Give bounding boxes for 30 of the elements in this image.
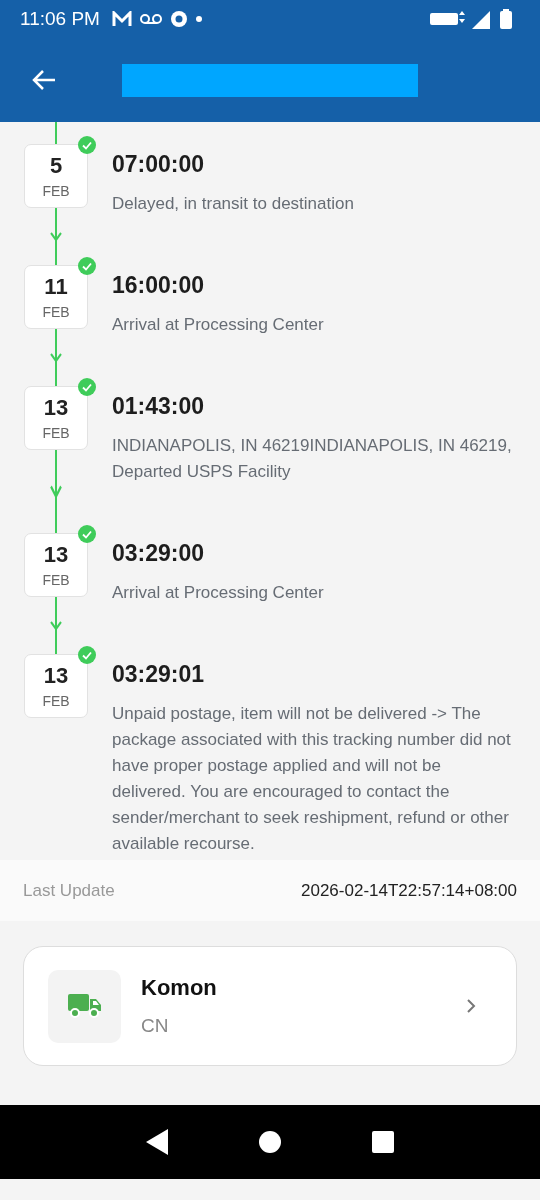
last-update-label: Last Update (23, 880, 115, 901)
carrier-name: Komon (141, 975, 218, 1001)
status-time: 11:06 PM (20, 8, 100, 30)
event-description: Arrival at Processing Center (112, 582, 325, 604)
event-description: Arrival at Processing Center (112, 314, 325, 336)
event-time: 07:00:00 (112, 151, 206, 178)
event-time: 01:43:00 (112, 393, 206, 420)
chevron-right-icon (466, 998, 476, 1014)
carrier-card[interactable]: Komon CN (23, 946, 517, 1066)
home-nav-icon[interactable] (259, 1131, 281, 1153)
truck-icon (67, 994, 102, 1018)
browser-icon (169, 10, 188, 28)
back-nav-icon[interactable] (145, 1129, 168, 1155)
event-time: 03:29:01 (112, 661, 206, 688)
event-time: 16:00:00 (112, 272, 206, 299)
dot-icon (195, 16, 202, 22)
event-time: 03:29:00 (112, 540, 206, 567)
timeline-arrow (50, 208, 62, 265)
event-description: Unpaid postage, item will not be delivered -> The package associated with this tracking number did not have proper postage applied and will not be delivered. You are encouraged to contact the sender/merchant to seek reshipment, refund or other available recourse. (112, 703, 512, 855)
recents-nav-icon[interactable] (372, 1131, 395, 1153)
signal-icon (430, 9, 492, 29)
carrier-country: CN (141, 1015, 170, 1037)
timeline-arrow (50, 329, 62, 386)
voicemail-icon (139, 13, 162, 25)
last-update-value: 2026-02-14T22:57:14+08:00 (301, 880, 517, 901)
timeline-arrow (50, 597, 62, 654)
event-description: Delayed, in transit to destination (112, 193, 355, 215)
event-description: INDIANAPOLIS, IN 46219INDIANAPOLIS, IN 46219, Departed USPS Facility (112, 435, 513, 483)
mail-icon (111, 11, 132, 27)
battery-icon (500, 9, 512, 29)
